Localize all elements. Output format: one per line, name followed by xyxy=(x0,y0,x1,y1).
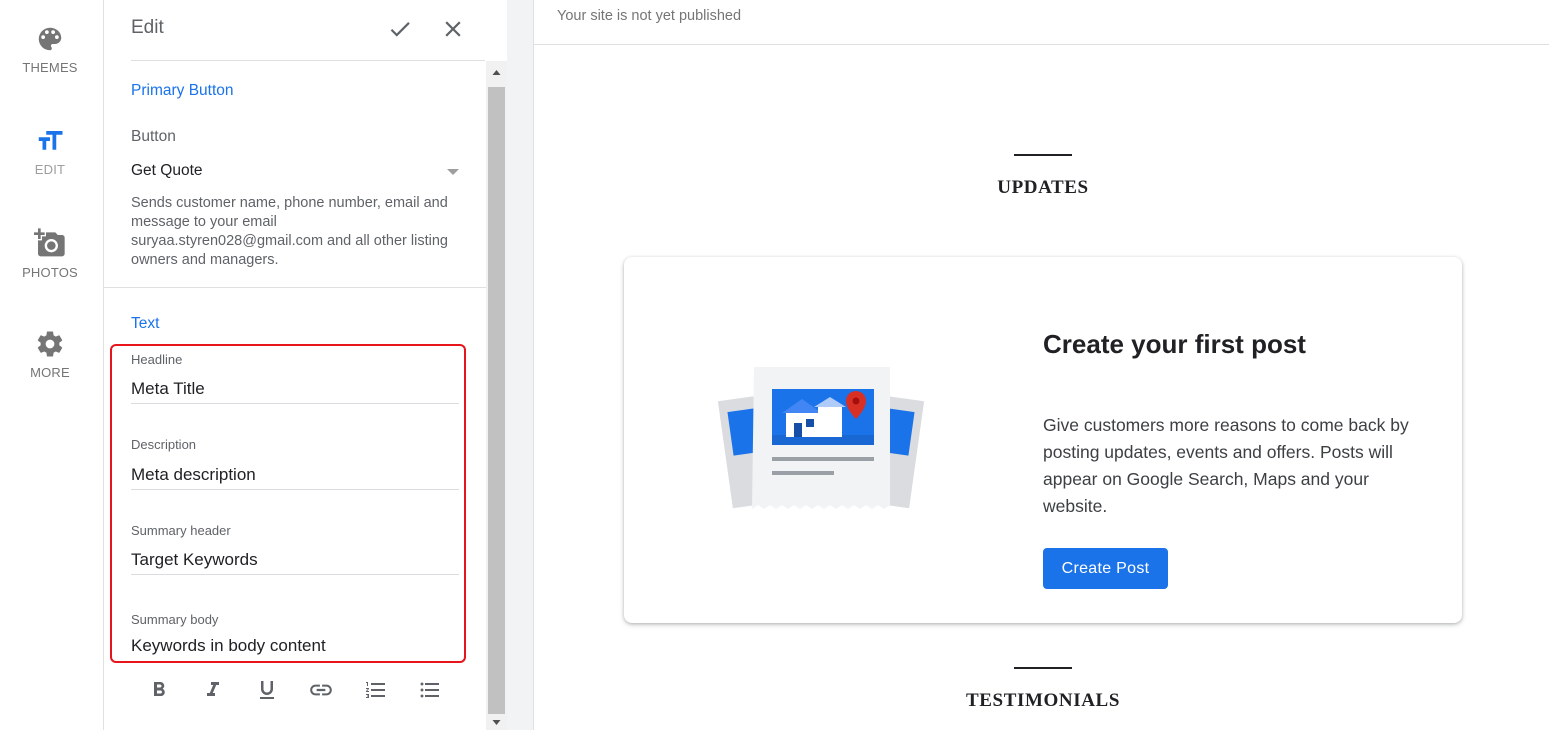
arrow-down-icon xyxy=(492,720,501,725)
card-body-text: Give customers more reasons to come back… xyxy=(1043,415,1409,516)
confirm-button[interactable] xyxy=(387,16,413,42)
summary-body-value: Keywords in body content xyxy=(131,636,326,655)
description-value: Meta description xyxy=(131,465,256,484)
scroll-thumb[interactable] xyxy=(488,87,505,714)
testimonials-heading: TESTIMONIALS xyxy=(966,690,1120,711)
updates-heading: UPDATES xyxy=(997,177,1089,198)
panel-header: Edit xyxy=(131,0,485,61)
rail-item-more[interactable]: MORE xyxy=(0,329,100,380)
publish-status-text: Your site is not yet published xyxy=(557,8,742,24)
bulleted-list-icon xyxy=(420,682,439,698)
underline-icon xyxy=(260,681,274,699)
headline-label: Headline xyxy=(131,352,183,367)
description-label: Description xyxy=(131,437,197,452)
gear-icon xyxy=(37,331,63,357)
scroll-up-button[interactable] xyxy=(486,61,507,85)
chevron-down-icon xyxy=(447,169,459,175)
panel-title: Edit xyxy=(131,17,164,38)
summary-body-field[interactable]: Summary body Keywords in body content xyxy=(131,612,459,658)
summary-header-field[interactable]: Summary header Target Keywords xyxy=(131,523,459,575)
primary-button-section-title: Primary Button xyxy=(131,82,234,99)
text-section-title: Text xyxy=(131,315,160,332)
close-icon xyxy=(445,21,461,37)
site-preview: Your site is not yet published UPDATES C… xyxy=(534,0,1549,730)
card-title: Create your first post xyxy=(1043,329,1306,359)
bold-icon xyxy=(154,682,165,696)
panel-scrollbar[interactable] xyxy=(486,61,507,730)
headline-field[interactable]: Headline Meta Title xyxy=(131,352,459,404)
italic-icon xyxy=(207,682,219,696)
bold-button[interactable] xyxy=(145,676,173,704)
preview-gutter xyxy=(507,0,534,730)
link-button[interactable] xyxy=(307,676,335,704)
rail-label-more: MORE xyxy=(30,365,70,380)
left-nav-rail: THEMES EDIT PHOTOS MORE xyxy=(0,0,104,730)
palette-icon xyxy=(38,27,62,51)
dropdown-selected-value: Get Quote xyxy=(131,162,203,179)
arrow-up-icon xyxy=(492,70,501,75)
text-size-icon xyxy=(38,131,63,150)
rail-label-photos: PHOTOS xyxy=(22,265,78,280)
italic-button[interactable] xyxy=(199,676,227,704)
button-field-label: Button xyxy=(131,128,176,145)
summary-header-label: Summary header xyxy=(131,523,231,538)
description-field[interactable]: Description Meta description xyxy=(131,437,459,490)
testimonials-heading-rule xyxy=(1014,667,1072,669)
close-button[interactable] xyxy=(440,16,466,42)
add-photo-icon xyxy=(34,228,65,257)
headline-value: Meta Title xyxy=(131,379,205,398)
check-icon xyxy=(390,22,410,37)
numbered-list-button[interactable] xyxy=(362,676,390,704)
section-divider xyxy=(104,287,486,288)
bulleted-list-button[interactable] xyxy=(416,676,444,704)
create-post-button[interactable]: Create Post xyxy=(1043,548,1168,589)
create-post-card: Create your first post Give customers mo… xyxy=(624,257,1462,623)
edit-panel: Edit Primary Button Button Get Quote Sen… xyxy=(104,0,486,730)
button-type-dropdown[interactable]: Get Quote xyxy=(131,158,461,186)
button-helper-text: Sends customer name, phone number, email… xyxy=(131,195,448,268)
underline-button[interactable] xyxy=(253,676,281,704)
link-icon xyxy=(310,684,332,696)
rail-item-edit[interactable]: EDIT xyxy=(0,126,100,177)
rail-label-themes: THEMES xyxy=(22,60,78,75)
rail-label-edit: EDIT xyxy=(34,162,66,177)
summary-body-label: Summary body xyxy=(131,612,219,627)
publish-status-bar: Your site is not yet published xyxy=(534,0,1549,45)
rail-item-photos[interactable]: PHOTOS xyxy=(0,227,100,280)
post-illustration-icon xyxy=(717,367,925,509)
updates-heading-rule xyxy=(1014,154,1072,156)
rail-item-themes[interactable]: THEMES xyxy=(0,24,100,75)
numbered-list-icon xyxy=(366,682,385,698)
format-toolbar xyxy=(131,676,461,704)
summary-header-value: Target Keywords xyxy=(131,550,258,569)
scroll-down-button[interactable] xyxy=(486,716,507,730)
